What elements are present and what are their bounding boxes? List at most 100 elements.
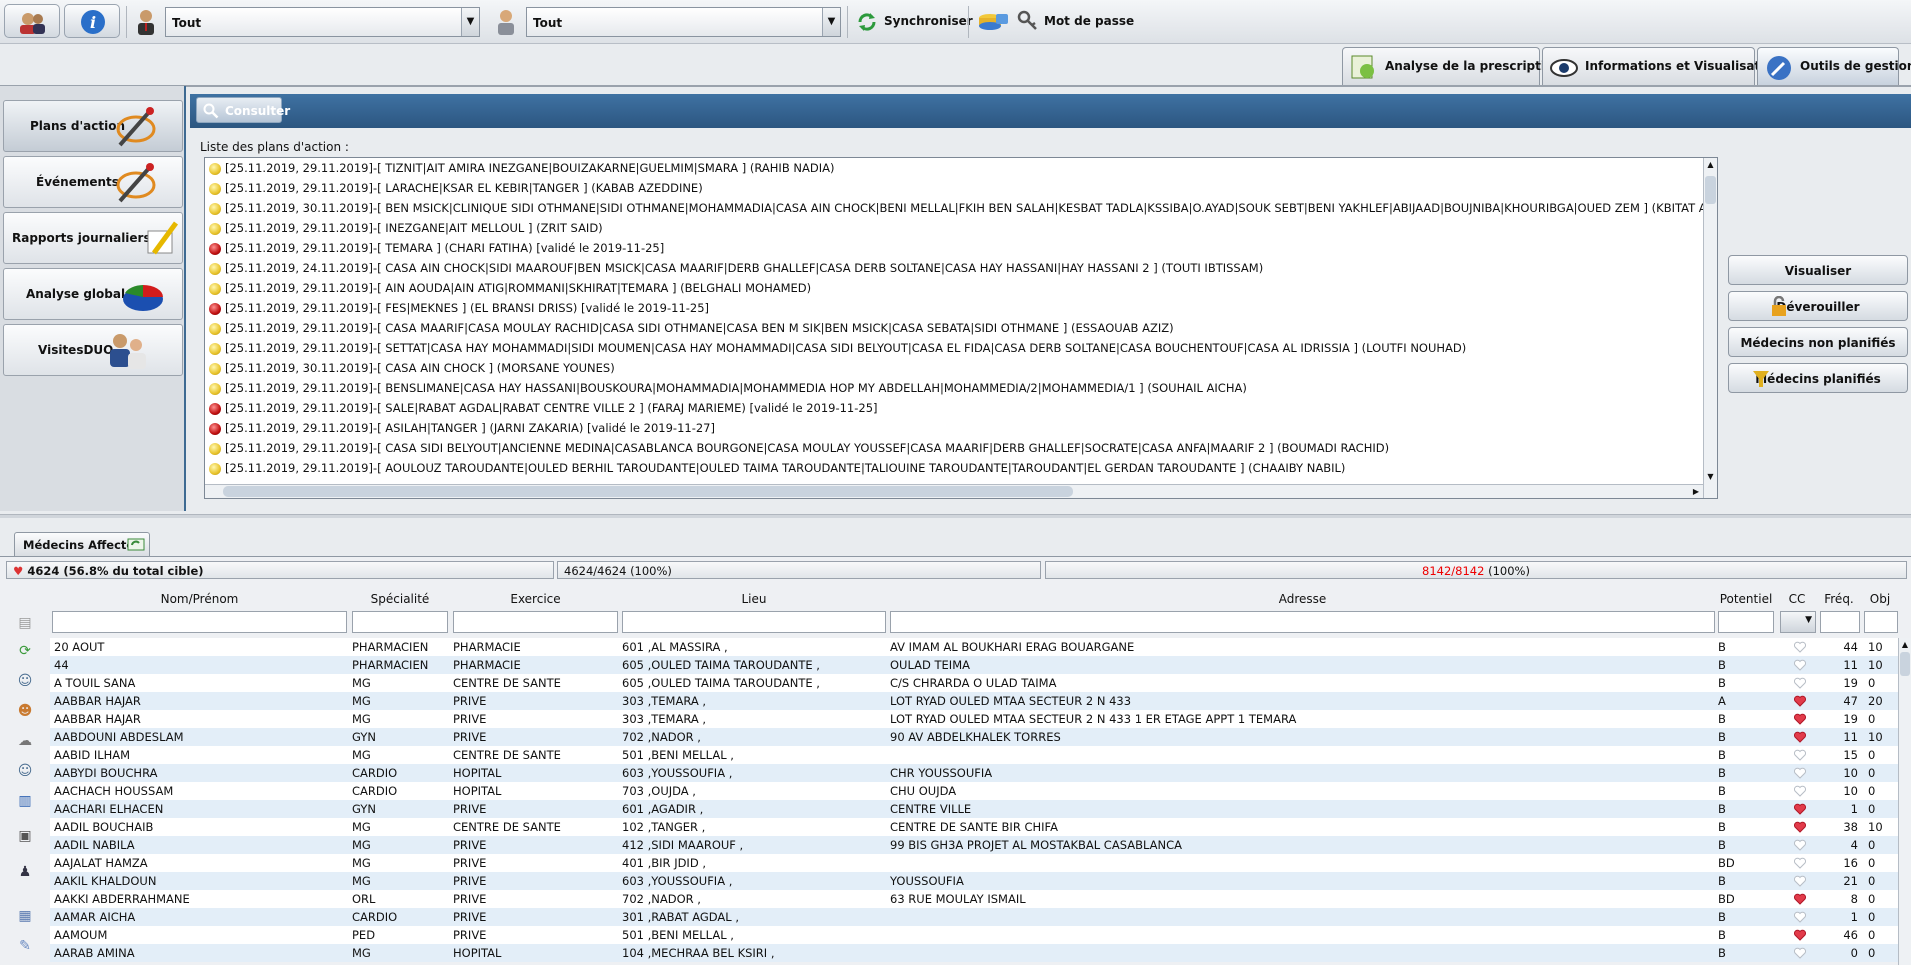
refresh-icon[interactable]: ⟳ (14, 641, 36, 661)
table-row[interactable]: AAKIL KHALDOUN MG PRIVE 603 ,YOUSSOUFIA , YO… (50, 872, 1900, 890)
filter-cc-select[interactable]: ▼ (1780, 611, 1816, 633)
users-button[interactable] (4, 4, 60, 38)
table-row[interactable]: AAJALAT HAMZA MG PRIVE 401 ,BIR JDID , BD 16 0 (50, 854, 1900, 872)
table-row[interactable]: 44 PHARMACIEN PHARMACIE 605 ,OULED TAIMA TA… (50, 656, 1900, 674)
table-row[interactable]: AACHACH HOUSSAM CARDIO HOPITAL 703 ,OUJDA ,… (50, 782, 1900, 800)
table-row[interactable]: AAMOUM PED PRIVE 501 ,BENI MELLAL , B 46 0 (50, 926, 1900, 944)
consulter-button[interactable]: Consulter (196, 97, 290, 123)
table-row[interactable]: AAMAR AICHA CARDIO PRIVE 301 ,RABAT AGDAL ,… (50, 908, 1900, 926)
filter-exercice-input[interactable] (453, 611, 618, 633)
heart-empty-icon[interactable] (1794, 947, 1806, 959)
tab-analyse-prescription[interactable]: Analyse de la prescription (1342, 47, 1562, 85)
table-row[interactable]: AARAB AMINA MG HOPITAL 104 ,MECHRAA BEL KSI… (50, 944, 1900, 962)
plan-item[interactable]: [25.11.2019, 29.11.2019]-[ ASILAH|TANGER… (205, 418, 1717, 438)
filter-potentiel-input[interactable] (1718, 611, 1774, 633)
users-icon[interactable]: ☺ (14, 761, 36, 781)
heart-filled-icon[interactable] (1794, 713, 1806, 725)
nav-analyse-globale[interactable]: Analyse globale (3, 268, 183, 320)
table-row[interactable]: AADIL NABILA MG PRIVE 412 ,SIDI MAAROUF , 99… (50, 836, 1900, 854)
nav-rapports-journaliers[interactable]: Rapports journaliers (3, 212, 183, 264)
filter-lieu-input[interactable] (622, 611, 886, 633)
comment-icon[interactable]: ✎ (14, 936, 36, 956)
heart-empty-icon[interactable] (1794, 677, 1806, 689)
plan-item[interactable]: [25.11.2019, 29.11.2019]-[ SETTAT|CASA H… (205, 338, 1717, 358)
table-row[interactable]: 20 AOUT PHARMACIEN PHARMACIE 601 ,AL MASSIR… (50, 638, 1900, 656)
table-row[interactable]: A TOUIL SANA MG CENTRE DE SANTE 605 ,OULED … (50, 674, 1900, 692)
plans-vertical-scrollbar[interactable]: ▲ ▼ (1703, 158, 1717, 498)
plan-item[interactable]: [25.11.2019, 29.11.2019]-[ TIZNIT|AIT AM… (205, 158, 1717, 178)
plan-item[interactable]: [25.11.2019, 24.11.2019]-[ CASA AIN CHOC… (205, 258, 1717, 278)
medecins-planifies-button[interactable]: Médecins planifiés (1728, 363, 1908, 393)
visualiser-button[interactable]: Visualiser (1728, 255, 1908, 285)
plan-item[interactable]: [25.11.2019, 29.11.2019]-[ BENSLIMANE|CA… (205, 378, 1717, 398)
col-obj[interactable]: Obj (1862, 592, 1898, 606)
tab-informations[interactable]: Informations et Visualisations (1542, 47, 1788, 85)
nav-plans-action[interactable]: Plans d'action (3, 100, 183, 152)
heart-empty-icon[interactable] (1794, 767, 1806, 779)
delegate-select[interactable]: Tout ▼ (165, 7, 480, 37)
scroll-thumb[interactable] (1705, 176, 1716, 204)
col-freq[interactable]: Fréq. (1818, 592, 1860, 606)
plans-list[interactable]: [25.11.2019, 29.11.2019]-[ TIZNIT|AIT AM… (204, 157, 1718, 499)
heart-filled-icon[interactable] (1794, 731, 1806, 743)
scroll-thumb[interactable] (223, 486, 1073, 497)
info-button[interactable]: i (64, 4, 120, 38)
col-cc[interactable]: CC (1776, 592, 1818, 606)
password-button[interactable]: Mot de passe (1044, 14, 1134, 28)
col-potentiel[interactable]: Potentiel (1718, 592, 1774, 606)
clear-filter-icon[interactable]: ▤ (14, 613, 36, 633)
plan-item[interactable]: [25.11.2019, 29.11.2019]-[ SALE|RABAT AG… (205, 398, 1717, 418)
filter-freq-input[interactable] (1820, 611, 1860, 633)
heart-filled-icon[interactable] (1794, 695, 1806, 707)
table-scrollbar[interactable]: ▲ (1898, 638, 1911, 965)
filter-specialite-input[interactable] (352, 611, 448, 633)
plan-item[interactable]: [25.11.2019, 30.11.2019]-[ BEN MSICK|CLI… (205, 198, 1717, 218)
table-row[interactable]: AABID ILHAM MG CENTRE DE SANTE 501 ,BENI ME… (50, 746, 1900, 764)
tab-medecins-affectes[interactable]: Médecins Affectés (14, 532, 150, 556)
nav-evenements[interactable]: Événements (3, 156, 183, 208)
col-lieu[interactable]: Lieu (622, 592, 886, 606)
col-adresse[interactable]: Adresse (890, 592, 1715, 606)
plan-item[interactable]: [25.11.2019, 29.11.2019]-[ AIN AOUDA|AIN… (205, 278, 1717, 298)
plan-item[interactable]: [25.11.2019, 29.11.2019]-[ LARACHE|KSAR … (205, 178, 1717, 198)
plan-item[interactable]: [25.11.2019, 30.11.2019]-[ CASA AIN CHOC… (205, 358, 1717, 378)
deverouiller-button[interactable]: Déverouiller (1728, 291, 1908, 321)
heart-empty-icon[interactable] (1794, 875, 1806, 887)
bar-chart-icon[interactable]: ▥ (14, 791, 36, 811)
plan-item[interactable]: [25.11.2019, 29.11.2019]-[ AOULOUZ TAROU… (205, 458, 1717, 478)
table-row[interactable]: AABBAR HAJAR MG PRIVE 303 ,TEMARA , LOT RYAD… (50, 710, 1900, 728)
col-exercice[interactable]: Exercice (453, 592, 618, 606)
heart-empty-icon[interactable] (1794, 839, 1806, 851)
heart-filled-icon[interactable] (1794, 929, 1806, 941)
plan-item[interactable]: [25.11.2019, 29.11.2019]-[ INEZGANE|AIT … (205, 218, 1717, 238)
sync-button[interactable]: Synchroniser (884, 14, 973, 28)
table-row[interactable]: AABBAR HAJAR MG PRIVE 303 ,TEMARA , LOT RYAD… (50, 692, 1900, 710)
filter-adresse-input[interactable] (890, 611, 1715, 633)
medecins-table[interactable]: 20 AOUT PHARMACIEN PHARMACIE 601 ,AL MASSIR… (50, 638, 1900, 962)
table-row[interactable]: AABDOUNI ABDESLAM GYN PRIVE 702 ,NADOR , 90 … (50, 728, 1900, 746)
print-icon[interactable]: ▣ (14, 826, 36, 846)
plan-item[interactable]: [25.11.2019, 29.11.2019]-[ CASA MAARIF|C… (205, 318, 1717, 338)
scroll-thumb[interactable] (1900, 652, 1910, 676)
user-select[interactable]: Tout ▼ (526, 7, 841, 37)
calendar-icon[interactable]: ▦ (14, 906, 36, 926)
doctor-icon[interactable]: ♟ (14, 862, 36, 882)
user-profile-icon[interactable]: ☺ (14, 671, 36, 691)
edit-user-icon[interactable]: ☻ (14, 701, 36, 721)
plans-horizontal-scrollbar[interactable]: ▶ (205, 484, 1703, 498)
col-nom[interactable]: Nom/Prénom (52, 592, 347, 606)
heart-empty-icon[interactable] (1794, 659, 1806, 671)
nav-visites-duo[interactable]: VisitesDUO (3, 324, 183, 376)
table-row[interactable]: AABYDI BOUCHRA CARDIO HOPITAL 603 ,YOUSSOUF… (50, 764, 1900, 782)
plan-item[interactable]: [25.11.2019, 29.11.2019]-[ FES|MEKNES ] … (205, 298, 1717, 318)
plan-item[interactable]: [25.11.2019, 29.11.2019]-[ TEMARA ] (CHA… (205, 238, 1717, 258)
table-row[interactable]: AAKKI ABDERRAHMANE ORL PRIVE 702 ,NADOR , 63… (50, 890, 1900, 908)
table-row[interactable]: AADIL BOUCHAIB MG CENTRE DE SANTE 102 ,TANG… (50, 818, 1900, 836)
heart-empty-icon[interactable] (1794, 641, 1806, 653)
splitter[interactable] (0, 514, 1911, 518)
heart-filled-icon[interactable] (1794, 803, 1806, 815)
plan-item[interactable]: [25.11.2019, 29.11.2019]-[ CASA SIDI BEL… (205, 438, 1717, 458)
table-row[interactable]: AACHARI ELHACEN GYN PRIVE 601 ,AGADIR , CENT… (50, 800, 1900, 818)
heart-empty-icon[interactable] (1794, 911, 1806, 923)
heart-empty-icon[interactable] (1794, 857, 1806, 869)
